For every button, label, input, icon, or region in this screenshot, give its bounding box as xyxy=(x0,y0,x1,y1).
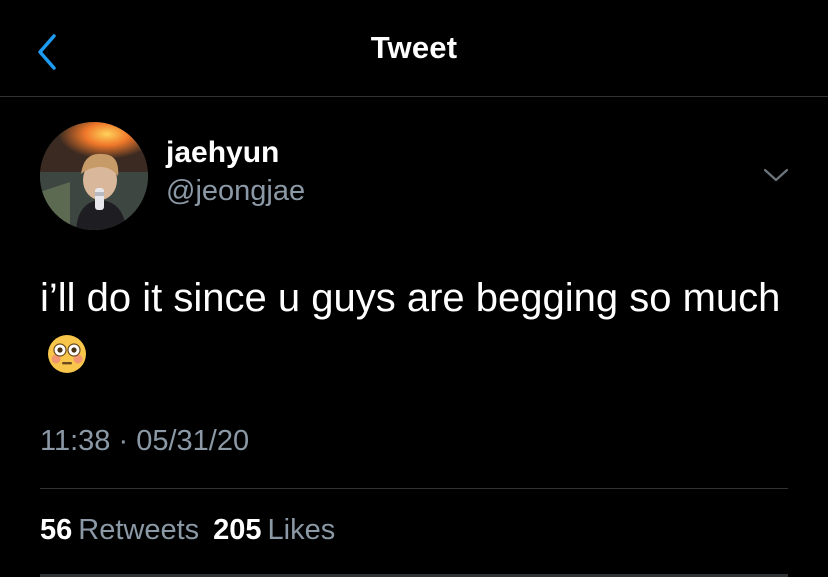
tweet-body: i’ll do it since u guys are begging so m… xyxy=(40,270,800,382)
tweet-date: 05/31/20 xyxy=(136,425,250,457)
likes-count: 205 xyxy=(213,514,262,546)
chevron-down-icon xyxy=(763,168,789,182)
retweets-count: 56 xyxy=(40,514,73,546)
tweet-text: i’ll do it since u guys are begging so m… xyxy=(40,276,781,320)
tweet-timestamp[interactable]: 11:38 · 05/31/20 xyxy=(40,425,249,458)
flushed-face-emoji xyxy=(46,333,88,375)
likes-label: Likes xyxy=(267,514,336,546)
retweets-stat[interactable]: 56 Retweets xyxy=(40,514,199,547)
top-bar: Tweet xyxy=(0,0,828,97)
timestamp-separator: · xyxy=(118,425,129,457)
author-display-name[interactable]: jaehyun xyxy=(166,136,279,170)
more-options-button[interactable] xyxy=(756,160,796,190)
likes-stat[interactable]: 205 Likes xyxy=(213,514,335,547)
tweet-stats: 56 Retweets 205 Likes xyxy=(40,514,349,547)
tweet-time: 11:38 xyxy=(40,425,111,457)
page-title: Tweet xyxy=(370,30,458,65)
avatar-photo xyxy=(40,122,148,230)
author-handle[interactable]: @jeongjae xyxy=(166,175,305,208)
avatar[interactable] xyxy=(40,122,148,230)
divider xyxy=(40,488,788,489)
retweets-label: Retweets xyxy=(78,514,200,546)
